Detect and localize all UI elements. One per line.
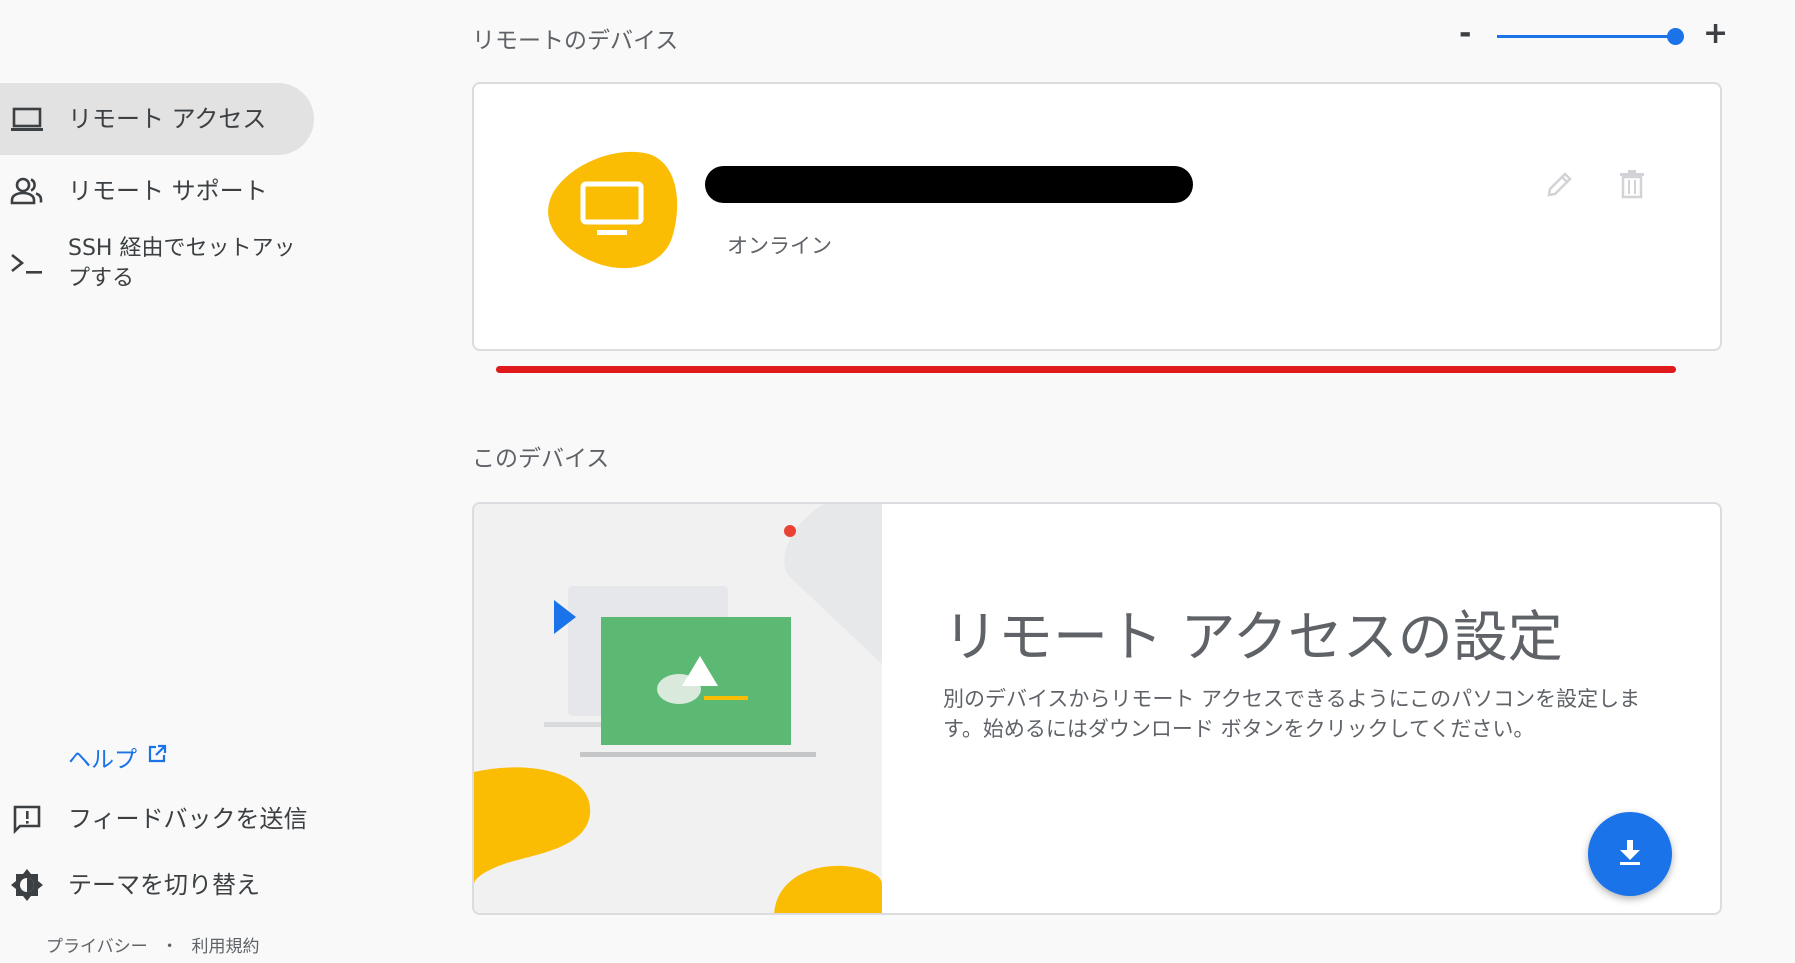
sidebar-item-feedback[interactable]: フィードバックを送信 (0, 784, 314, 854)
privacy-link[interactable]: プライバシー (46, 937, 148, 957)
people-icon (9, 173, 45, 209)
sidebar-item-ssh-setup[interactable]: SSH 経由でセットアップする (0, 228, 314, 300)
sidebar-item-label: リモート サポート (68, 177, 268, 205)
annotation-red-underline (496, 366, 1676, 373)
setup-description: 別のデバイスからリモート アクセスできるようにこのパソコンを設定します。始めるに… (943, 687, 1641, 741)
sidebar-item-remote-access[interactable]: リモート アクセス (0, 83, 314, 155)
remote-devices-heading: リモートのデバイス (472, 28, 679, 54)
zoom-control: - + (1455, 16, 1728, 52)
external-link-icon (147, 744, 167, 770)
device-status: オンライン (727, 234, 832, 258)
sidebar-item-label: テーマを切り替え (68, 871, 260, 899)
feedback-icon (9, 801, 45, 837)
device-name-redacted (705, 166, 1193, 203)
laptop-icon (9, 101, 45, 137)
setup-card: リモート アクセスの設定 別のデバイスからリモート アクセスできるようにこのパソ… (472, 502, 1722, 915)
setup-illustration (474, 504, 882, 913)
sidebar-item-remote-support[interactable]: リモート サポート (0, 155, 314, 227)
edit-icon[interactable] (1542, 166, 1578, 202)
this-device-heading: このデバイス (472, 446, 610, 472)
sidebar-item-label: SSH 経由でセットアップする (68, 236, 296, 291)
monitor-icon (579, 180, 645, 242)
remote-device-card[interactable]: オンライン (472, 82, 1722, 351)
zoom-slider-track[interactable] (1497, 35, 1677, 38)
zoom-out-button[interactable]: - (1459, 16, 1471, 51)
delete-icon[interactable] (1614, 166, 1650, 202)
sidebar-item-label: フィードバックを送信 (68, 805, 308, 833)
zoom-in-button[interactable]: + (1703, 16, 1728, 51)
download-button[interactable] (1588, 812, 1672, 896)
help-link[interactable]: ヘルプ (68, 740, 167, 774)
download-icon (1615, 837, 1645, 871)
terms-link[interactable]: 利用規約 (191, 937, 259, 957)
theme-brightness-icon (9, 867, 45, 903)
footer-separator: ・ (161, 937, 179, 957)
help-label: ヘルプ (68, 747, 137, 773)
zoom-slider-thumb[interactable] (1667, 28, 1684, 45)
sidebar-item-label: リモート アクセス (68, 105, 267, 133)
terminal-icon (9, 246, 45, 282)
setup-title: リモート アクセスの設定 (943, 605, 1563, 669)
sidebar-item-theme[interactable]: テーマを切り替え (0, 850, 314, 920)
footer-links: プライバシー ・ 利用規約 (46, 932, 259, 957)
